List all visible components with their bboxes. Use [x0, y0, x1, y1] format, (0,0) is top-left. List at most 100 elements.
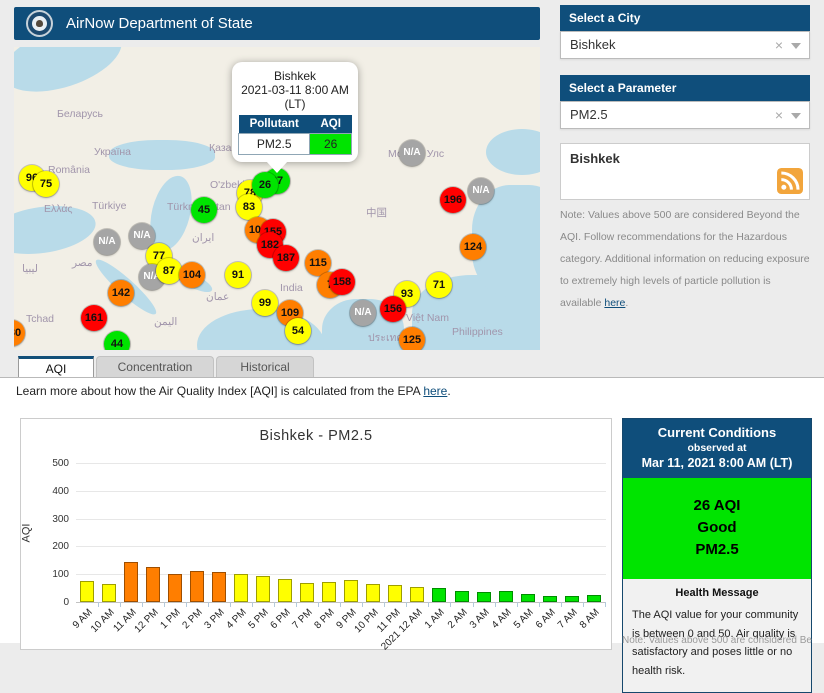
chart-xtick — [208, 602, 209, 607]
aqi-map-marker[interactable]: 125 — [399, 327, 425, 350]
map-place-label: Tchad — [26, 313, 54, 325]
rss-feed-icon[interactable] — [777, 168, 803, 194]
chart-bar[interactable] — [124, 562, 138, 602]
chart-ytick-label: 0 — [35, 597, 69, 608]
learn-more-here-link[interactable]: here — [423, 384, 447, 398]
sidebar-note: Note: Values above 500 are considered Be… — [560, 204, 812, 314]
tab-aqi[interactable]: AQI — [18, 356, 94, 377]
aqi-map-marker[interactable]: 156 — [380, 296, 406, 322]
clear-icon[interactable]: × — [775, 32, 783, 58]
chart-bar[interactable] — [455, 591, 469, 602]
map-place-label: عمان — [206, 291, 229, 303]
parameter-select[interactable]: PM2.5 × — [560, 101, 810, 129]
chart-bar[interactable] — [168, 574, 182, 602]
chart-xtick — [384, 602, 385, 607]
chart-bar[interactable] — [300, 583, 314, 602]
chart-bar[interactable] — [521, 594, 535, 602]
chart-ytick-label: 400 — [35, 486, 69, 497]
aqi-map-marker[interactable]: 45 — [191, 197, 217, 223]
aqi-map[interactable]: БеларусьУкраїнаRomâniaΕλλάςTürkiyeҚазақс… — [14, 47, 540, 350]
aqi-map-marker[interactable]: 75 — [33, 171, 59, 197]
cc-aqi-block: 26 AQI Good PM2.5 — [623, 478, 811, 579]
chart-title: Bishkek - PM2.5 — [21, 428, 611, 444]
chart-xtick — [539, 602, 540, 607]
aqi-map-marker[interactable]: 142 — [108, 280, 134, 306]
aqi-map-marker[interactable]: 158 — [329, 269, 355, 295]
chart-bar[interactable] — [543, 596, 557, 602]
aqi-map-marker[interactable]: 26 — [252, 172, 278, 198]
current-conditions-header: Current Conditions observed at Mar 11, 2… — [623, 419, 811, 478]
tab-historical[interactable]: Historical — [216, 356, 314, 377]
aqi-map-marker[interactable]: 124 — [460, 234, 486, 260]
chart-xtick — [98, 602, 99, 607]
chart-xtick — [230, 602, 231, 607]
clear-icon[interactable]: × — [775, 102, 783, 128]
aqi-map-marker[interactable]: 87 — [156, 258, 182, 284]
chart-xtick — [274, 602, 275, 607]
chart-gridline — [76, 519, 606, 520]
aqi-map-marker[interactable]: 71 — [426, 272, 452, 298]
aqi-map-marker[interactable]: 54 — [285, 318, 311, 344]
chart-bar[interactable] — [366, 584, 380, 602]
chart-bar[interactable] — [388, 585, 402, 602]
aqi-map-marker[interactable]: 161 — [81, 305, 107, 331]
map-place-label: Türkiye — [92, 200, 126, 212]
map-place-label: India — [280, 282, 303, 294]
aqi-map-marker[interactable]: 130 — [14, 320, 25, 346]
aqi-map-marker[interactable]: 196 — [440, 187, 466, 213]
app-header: AirNow Department of State — [14, 7, 540, 40]
chart-bar[interactable] — [432, 588, 446, 602]
chevron-down-icon[interactable] — [791, 43, 801, 49]
chart-xtick — [605, 602, 606, 607]
aqi-map-marker[interactable]: N/A — [468, 178, 494, 204]
tab-concentration[interactable]: Concentration — [96, 356, 214, 377]
chart-bar[interactable] — [190, 571, 204, 602]
chart-bar[interactable] — [477, 592, 491, 602]
chart-xtick — [142, 602, 143, 607]
chart-xtick — [340, 602, 341, 607]
chart-bar[interactable] — [102, 584, 116, 602]
chart-bar[interactable] — [587, 595, 601, 602]
map-popup: Bishkek 2021-03-11 8:00 AM (LT) Pollutan… — [232, 62, 358, 162]
chart-bar[interactable] — [344, 580, 358, 602]
chart-bar[interactable] — [278, 579, 292, 602]
aqi-map-marker[interactable]: N/A — [399, 140, 425, 166]
chart-bar[interactable] — [499, 591, 513, 602]
cc-title: Current Conditions — [625, 425, 809, 440]
map-place-label: اليمن — [154, 316, 177, 328]
chart-bar[interactable] — [322, 582, 336, 602]
chart-xtick — [428, 602, 429, 607]
chart-xtick — [186, 602, 187, 607]
chart-gridline — [76, 463, 606, 464]
chevron-down-icon[interactable] — [791, 113, 801, 119]
aqi-map-marker[interactable]: 44 — [104, 331, 130, 350]
city-select[interactable]: Bishkek × — [560, 31, 810, 59]
aqi-map-marker[interactable]: 187 — [273, 245, 299, 271]
aqi-map-marker[interactable]: 104 — [179, 262, 205, 288]
chart-ytick-label: 300 — [35, 514, 69, 525]
map-place-label: Việt Nam — [406, 312, 449, 324]
chart-bar[interactable] — [146, 567, 160, 602]
chart-bar[interactable] — [212, 572, 226, 602]
map-place-label: لیبیا — [22, 263, 38, 275]
aqi-map-marker[interactable]: 91 — [225, 262, 251, 288]
chart-xtick — [473, 602, 474, 607]
chart-bar[interactable] — [410, 587, 424, 602]
note-here-link[interactable]: here — [604, 297, 625, 309]
chart-xtick — [450, 602, 451, 607]
aqi-map-marker[interactable]: N/A — [350, 300, 376, 326]
popup-aqi-value: 26 — [310, 134, 352, 155]
aqi-map-marker[interactable]: 99 — [252, 290, 278, 316]
map-place-label: Україна — [94, 146, 131, 158]
current-conditions-panel: Current Conditions observed at Mar 11, 2… — [622, 418, 812, 693]
learn-more-period: . — [447, 384, 450, 398]
chart-bar[interactable] — [565, 596, 579, 602]
popup-datetime: 2021-03-11 8:00 AM — [232, 83, 358, 97]
map-place-label: Беларусь — [57, 108, 103, 120]
chart-xtick — [362, 602, 363, 607]
chart-bar[interactable] — [256, 576, 270, 602]
chart-bar[interactable] — [234, 574, 248, 602]
aqi-map-marker[interactable]: N/A — [94, 229, 120, 255]
chart-bar[interactable] — [80, 581, 94, 602]
app-title: AirNow Department of State — [66, 7, 253, 40]
